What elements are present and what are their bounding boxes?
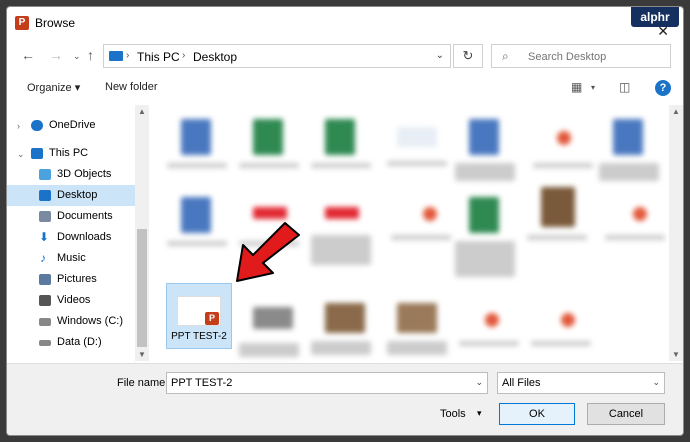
sidebar-item-label: OneDrive xyxy=(49,119,96,131)
alphr-watermark: alphr xyxy=(631,7,679,27)
file-name-label: PPT TEST-2 xyxy=(171,331,227,342)
cube-icon xyxy=(39,169,51,180)
organize-button[interactable]: Organize ▾ xyxy=(27,81,80,94)
chevron-down-icon[interactable]: ⌄ xyxy=(475,377,483,388)
scrollbar-thumb[interactable] xyxy=(137,229,147,347)
cancel-button[interactable]: Cancel xyxy=(587,403,665,425)
search-box[interactable]: ⌕ xyxy=(491,44,671,68)
refresh-icon: ↻ xyxy=(462,48,474,63)
file-type-select[interactable]: All Files ⌄ xyxy=(497,372,665,394)
sidebar-item-label: Music xyxy=(57,252,86,264)
sidebar-item-label: Data (D:) xyxy=(57,336,102,348)
sidebar-item-videos[interactable]: Videos xyxy=(7,290,135,311)
browse-dialog: P Browse alphr ✕ ← → ⌄ ↑ › This PC › Des… xyxy=(6,6,684,436)
new-folder-button[interactable]: New folder xyxy=(105,81,158,93)
back-icon[interactable]: ← xyxy=(21,47,35,63)
refresh-button[interactable]: ↻ xyxy=(453,44,483,68)
sidebar-item-desktop[interactable]: Desktop xyxy=(7,185,135,206)
drive-icon xyxy=(39,340,51,346)
crumb-desktop[interactable]: Desktop xyxy=(193,50,237,64)
sidebar-scrollbar[interactable]: ▲ ▼ xyxy=(135,105,149,361)
title-bar: P Browse alphr ✕ xyxy=(7,7,683,39)
scroll-down-icon[interactable]: ▼ xyxy=(138,350,146,359)
chevron-right-icon: › xyxy=(126,50,130,61)
chevron-down-icon[interactable]: ⌄ xyxy=(436,50,444,61)
sidebar-item-pictures[interactable]: Pictures xyxy=(7,269,135,290)
sidebar-item-label: Windows (C:) xyxy=(57,315,124,327)
scroll-down-icon[interactable]: ▼ xyxy=(672,350,680,359)
drive-icon xyxy=(39,318,51,326)
window-title: Browse xyxy=(35,16,76,30)
recent-locations-chevron-icon[interactable]: ⌄ xyxy=(73,51,81,62)
sidebar-item-onedrive[interactable]: › OneDrive xyxy=(7,115,135,136)
help-icon[interactable]: ? xyxy=(655,80,671,96)
address-bar[interactable]: › This PC › Desktop ⌄ xyxy=(103,44,451,68)
file-name-label: File name: xyxy=(117,377,169,389)
forward-icon[interactable]: → xyxy=(49,47,63,63)
chevron-down-icon: ⌄ xyxy=(652,377,660,387)
file-name-value: PPT TEST-2 xyxy=(171,377,233,389)
document-icon xyxy=(39,211,51,222)
search-input[interactable] xyxy=(526,48,670,66)
search-icon: ⌕ xyxy=(502,49,509,63)
sidebar-item-label: Videos xyxy=(57,294,91,306)
picture-icon xyxy=(39,274,51,285)
sidebar-item-label: Desktop xyxy=(57,189,98,201)
sidebar-item-label: 3D Objects xyxy=(57,168,112,180)
scroll-up-icon[interactable]: ▲ xyxy=(138,107,146,116)
chevron-down-icon[interactable]: ⌄ xyxy=(17,149,25,160)
sidebar-item-music[interactable]: ♪ Music xyxy=(7,248,135,269)
ok-button[interactable]: OK xyxy=(499,403,575,425)
sidebar-item-label: Pictures xyxy=(57,273,97,285)
computer-icon xyxy=(31,148,43,159)
sidebar-item-label: Downloads xyxy=(57,231,112,243)
view-options-icon[interactable]: ▦ xyxy=(571,80,582,94)
up-icon[interactable]: ↑ xyxy=(87,47,94,63)
sidebar-item-3d-objects[interactable]: 3D Objects xyxy=(7,164,135,185)
navigation-pane: › OneDrive ⌄ This PC 3D Objects Desktop … xyxy=(7,105,149,361)
bottom-panel: File name: PPT TEST-2 ⌄ All Files ⌄ Tool… xyxy=(7,363,683,435)
sidebar-item-label: Documents xyxy=(57,210,113,222)
close-icon[interactable]: ✕ xyxy=(657,23,669,40)
desktop-icon xyxy=(39,190,51,201)
sidebar-item-data-d[interactable]: Data (D:) xyxy=(7,332,135,353)
sidebar-item-windows-c[interactable]: Windows (C:) xyxy=(7,311,135,332)
scroll-up-icon[interactable]: ▲ xyxy=(672,107,680,116)
selected-file-ppt-test-2[interactable]: P PPT TEST-2 xyxy=(166,283,232,349)
sidebar-item-downloads[interactable]: ⬇ Downloads xyxy=(7,227,135,248)
chevron-right-icon: › xyxy=(182,50,186,61)
cloud-icon xyxy=(31,120,43,131)
sidebar-item-this-pc[interactable]: ⌄ This PC xyxy=(7,143,135,164)
music-icon: ♪ xyxy=(40,251,46,265)
tools-button[interactable]: Tools xyxy=(440,408,466,420)
organize-label: Organize xyxy=(27,82,72,94)
computer-icon xyxy=(109,51,123,61)
powerpoint-icon: P xyxy=(205,312,219,325)
download-icon: ⬇ xyxy=(39,230,50,244)
navigation-bar: ← → ⌄ ↑ › This PC › Desktop ⌄ ↻ ⌕ xyxy=(7,41,683,71)
sidebar-item-label: This PC xyxy=(49,147,89,159)
preview-pane-icon[interactable]: ◫ xyxy=(619,80,630,94)
file-grid-scrollbar[interactable]: ▲ ▼ xyxy=(669,105,683,361)
sidebar-item-documents[interactable]: Documents xyxy=(7,206,135,227)
chevron-down-icon[interactable]: ▾ xyxy=(477,408,482,419)
command-bar: Organize ▾ New folder ▦ ▾ ◫ ? xyxy=(7,73,683,103)
red-arrow-annotation xyxy=(236,222,300,282)
crumb-this-pc[interactable]: This PC xyxy=(137,50,180,64)
video-icon xyxy=(39,295,51,306)
file-type-value: All Files xyxy=(502,377,541,389)
chevron-down-icon[interactable]: ▾ xyxy=(591,83,595,92)
chevron-right-icon[interactable]: › xyxy=(17,121,20,131)
powerpoint-icon: P xyxy=(15,16,29,30)
file-name-field[interactable]: PPT TEST-2 ⌄ xyxy=(166,372,488,394)
